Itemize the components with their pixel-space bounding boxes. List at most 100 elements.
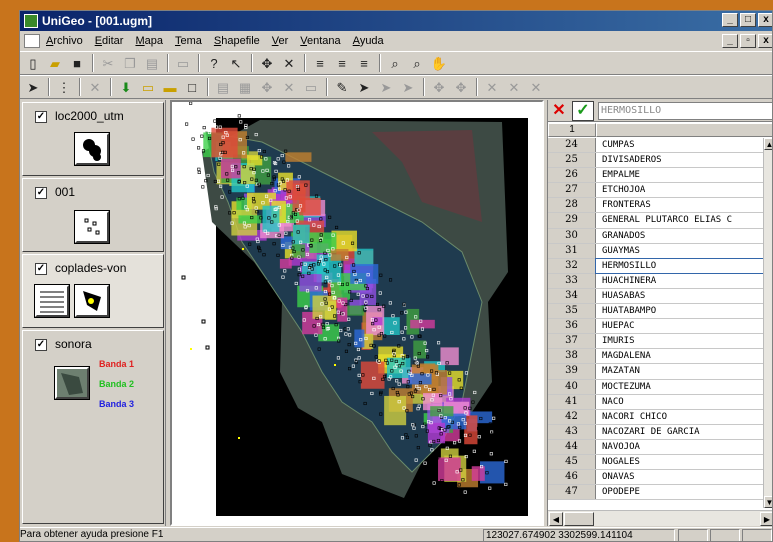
municipality-name-cell[interactable]: NAVOJOA [596, 440, 764, 454]
help-icon[interactable]: ? [205, 54, 223, 72]
plus3-icon[interactable]: ✥ [452, 78, 470, 96]
table-row[interactable]: 30 GRANADOS [548, 228, 764, 244]
municipality-name-cell[interactable]: MAGDALENA [596, 349, 764, 363]
table-row[interactable]: 43 NACOZARI DE GARCIA [548, 424, 764, 440]
pencil-icon[interactable]: ✎ [333, 78, 351, 96]
plus2-icon[interactable]: ✥ [430, 78, 448, 96]
document-icon[interactable] [24, 34, 40, 48]
paste-icon[interactable]: ▤ [143, 54, 161, 72]
table-row[interactable]: 40 MOCTEZUMA [548, 379, 764, 395]
municipality-name-cell[interactable]: GENERAL PLUTARCO ELIAS C [596, 213, 764, 227]
horizontal-scrollbar[interactable]: ◀ ▶ [548, 510, 772, 526]
mdi-minimize-button[interactable]: _ [722, 34, 738, 48]
x3-icon[interactable]: ✕ [483, 78, 501, 96]
table-row[interactable]: 47 OPODEPE [548, 485, 764, 501]
field-icon[interactable]: ▭ [302, 78, 320, 96]
new-icon[interactable]: ▯ [24, 54, 42, 72]
zoom-in-icon[interactable]: ⌕ [386, 54, 404, 72]
row-number[interactable]: 25 [548, 153, 596, 168]
municipality-name-cell[interactable]: NACO [596, 395, 764, 409]
map-canvas[interactable] [170, 100, 544, 526]
cut-icon[interactable]: ✂ [99, 54, 117, 72]
municipality-name-cell[interactable]: HUACHINERA [596, 274, 764, 288]
row-number[interactable]: 39 [548, 364, 596, 379]
table-row[interactable]: 28 FRONTERAS [548, 198, 764, 214]
table-row[interactable]: 38 MAGDALENA [548, 349, 764, 365]
arrow2-icon[interactable]: ➤ [377, 78, 395, 96]
row-number[interactable]: 45 [548, 454, 596, 470]
column-header[interactable] [596, 123, 772, 137]
municipality-name-cell[interactable]: ETCHOJOA [596, 183, 764, 197]
layer-sonora[interactable]: ✓ sonora Banda 1 Banda 2 Banda 3 [22, 330, 164, 524]
menu-tema[interactable]: Tema [175, 35, 202, 47]
row-number[interactable]: 34 [548, 288, 596, 304]
close-button[interactable]: x [758, 13, 772, 27]
table-row[interactable]: 25 DIVISADEROS [548, 153, 764, 169]
scroll-thumb[interactable] [564, 512, 594, 526]
row-number[interactable]: 27 [548, 183, 596, 198]
municipality-name-cell[interactable]: HUASABAS [596, 289, 764, 303]
x5-icon[interactable]: ✕ [527, 78, 545, 96]
layer-checkbox[interactable]: ✓ [35, 339, 47, 351]
table-row[interactable]: 46 ONAVAS [548, 470, 764, 486]
rect-empty-icon[interactable]: □ [183, 78, 201, 96]
row-number[interactable]: 26 [548, 168, 596, 183]
pan-icon[interactable]: ✋ [430, 54, 448, 72]
layer-symbol-thumbnail[interactable] [74, 284, 110, 318]
table-row[interactable]: 27 ETCHOJOA [548, 183, 764, 199]
table-row[interactable]: 32 HERMOSILLO [548, 257, 765, 274]
save-icon[interactable]: ■ [68, 54, 86, 72]
row-number[interactable]: 43 [548, 424, 596, 439]
table-row[interactable]: 31 GUAYMAS [548, 243, 764, 259]
form-icon[interactable]: ▦ [236, 78, 254, 96]
scroll-up-arrow[interactable]: ▲ [764, 138, 772, 150]
map-view[interactable] [172, 102, 542, 524]
copy-icon[interactable]: ❐ [121, 54, 139, 72]
table-row[interactable]: 42 NACORI CHICO [548, 409, 764, 425]
menu-editar[interactable]: Editar [95, 35, 124, 47]
import-icon[interactable]: ⬇ [117, 78, 135, 96]
row-number[interactable]: 35 [548, 304, 596, 319]
table-row[interactable]: 45 NOGALES [548, 454, 764, 471]
municipality-name-cell[interactable]: NACOZARI DE GARCIA [596, 425, 764, 439]
row-number[interactable]: 30 [548, 228, 596, 243]
print-icon[interactable]: ▭ [174, 54, 192, 72]
row-number[interactable]: 42 [548, 409, 596, 424]
table-row[interactable]: 36 HUEPAC [548, 319, 764, 335]
layer-loc2000-utm[interactable]: ✓ loc2000_utm [22, 102, 164, 176]
cancel-edit-button[interactable]: ✕ [550, 102, 568, 120]
menu-ventana[interactable]: Ventana [300, 35, 340, 47]
layer-add-icon[interactable]: ≡ [333, 54, 351, 72]
menu-mapa[interactable]: Mapa [135, 35, 163, 47]
table-row[interactable]: 24 CUMPAS [548, 138, 764, 154]
municipality-name-cell[interactable]: DIVISADEROS [596, 153, 764, 167]
menu-archivo[interactable]: Archivo [46, 35, 83, 47]
layer-symbol-thumbnail[interactable] [74, 210, 110, 244]
select-icon[interactable]: ➤ [24, 78, 42, 96]
table-row[interactable]: 35 HUATABAMPO [548, 304, 764, 320]
row-number[interactable]: 24 [548, 138, 596, 153]
row-number[interactable]: 46 [548, 470, 596, 485]
row-number[interactable]: 36 [548, 319, 596, 334]
municipality-name-cell[interactable]: ONAVAS [596, 470, 764, 484]
municipality-name-cell[interactable]: HUEPAC [596, 319, 764, 333]
arrow3-icon[interactable]: ➤ [399, 78, 417, 96]
x2-icon[interactable]: ✕ [280, 78, 298, 96]
municipality-name-cell[interactable]: FRONTERAS [596, 198, 764, 212]
municipality-name-cell[interactable]: HERMOSILLO [595, 257, 765, 274]
table-row[interactable]: 37 IMURIS [548, 334, 764, 350]
plus-icon[interactable]: ✥ [258, 78, 276, 96]
row-number[interactable]: 31 [548, 243, 596, 258]
title-bar[interactable]: UniGeo - [001.ugm] _ □ x [20, 11, 772, 31]
node-icon[interactable]: ⋮ [55, 78, 73, 96]
mdi-close-button[interactable]: x [758, 34, 772, 48]
row-number[interactable]: 47 [548, 485, 596, 500]
municipality-name-cell[interactable]: CUMPAS [596, 138, 764, 152]
municipality-name-cell[interactable]: NOGALES [596, 455, 764, 469]
row-number[interactable]: 29 [548, 213, 596, 228]
layer-symbol-thumbnail[interactable] [74, 132, 110, 166]
row-number[interactable]: 37 [548, 334, 596, 349]
municipality-name-cell[interactable]: EMPALME [596, 168, 764, 182]
layer-001[interactable]: ✓ 001 [22, 178, 164, 252]
menu-ver[interactable]: Ver [272, 35, 289, 47]
